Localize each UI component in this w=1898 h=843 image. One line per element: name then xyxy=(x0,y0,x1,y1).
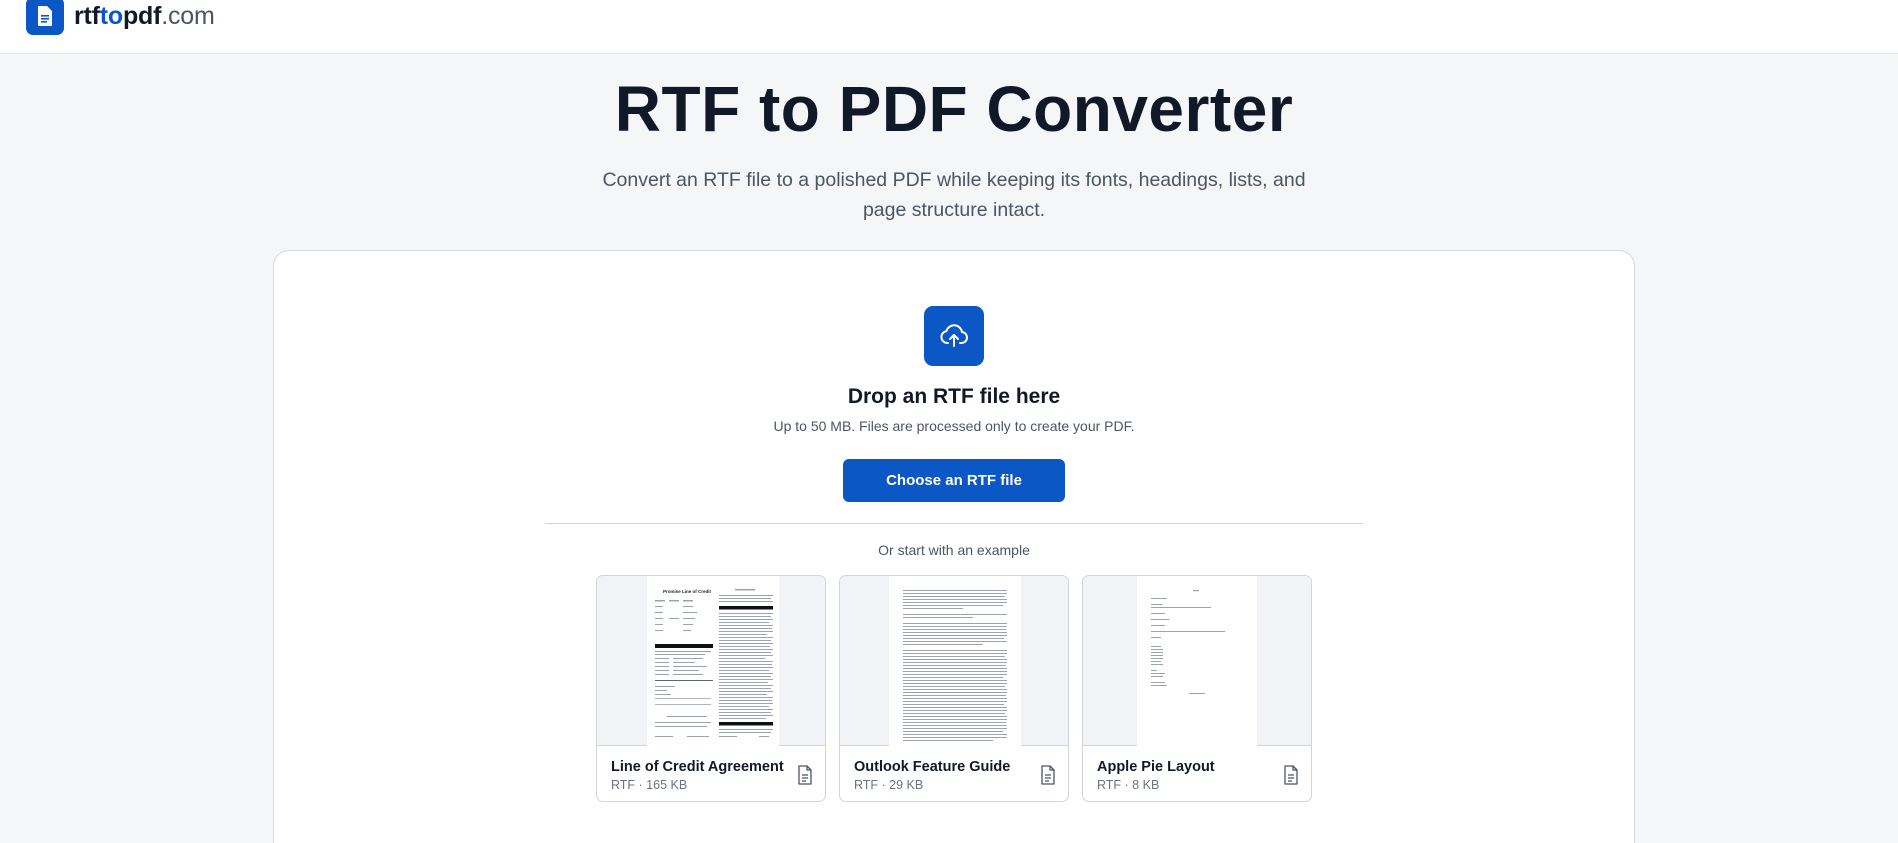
choose-file-button[interactable]: Choose an RTF file xyxy=(843,459,1065,502)
file-text-icon xyxy=(798,765,812,785)
example-meta: RTF · 8 KB xyxy=(1097,778,1160,792)
page-title: RTF to PDF Converter xyxy=(614,73,1294,145)
example-thumbnail: Promise Line of Credit xyxy=(597,576,825,746)
examples-label: Or start with an example xyxy=(878,542,1030,558)
example-thumbnail xyxy=(840,576,1068,746)
page-subtitle: Convert an RTF file to a polished PDF wh… xyxy=(602,169,1306,221)
divider xyxy=(545,523,1363,524)
drop-zone-note: Up to 50 MB. Files are processed only to… xyxy=(773,418,1135,434)
example-title: Line of Credit Agreement xyxy=(611,759,784,775)
thumb-heading: Promise Line of Credit xyxy=(663,589,712,594)
example-meta: RTF · 29 KB xyxy=(854,778,924,792)
cloud-upload-icon[interactable] xyxy=(924,306,984,366)
document-preview xyxy=(889,576,1021,746)
document-preview xyxy=(1137,576,1257,746)
logo-wordmark: rtftopdf.com xyxy=(74,1,215,30)
example-title: Outlook Feature Guide xyxy=(854,759,1011,775)
file-text-icon xyxy=(1284,765,1298,785)
example-card-line-of-credit[interactable]: Promise Line of Credit Line of Credit Ag… xyxy=(596,575,826,802)
drop-zone-title: Drop an RTF file here xyxy=(847,385,1061,408)
example-meta: RTF · 165 KB xyxy=(611,778,688,792)
document-icon xyxy=(26,0,64,35)
example-thumbnail xyxy=(1083,576,1311,746)
document-preview: Promise Line of Credit xyxy=(647,576,779,746)
example-card-outlook-guide[interactable]: Outlook Feature Guide RTF · 29 KB xyxy=(839,575,1069,802)
example-card-apple-pie[interactable]: Apple Pie Layout RTF · 8 KB xyxy=(1082,575,1312,802)
file-text-icon xyxy=(1041,765,1055,785)
top-bar: rtftopdf.com xyxy=(0,0,1898,54)
site-logo[interactable]: rtftopdf.com xyxy=(26,0,215,35)
example-title: Apple Pie Layout xyxy=(1097,759,1215,775)
